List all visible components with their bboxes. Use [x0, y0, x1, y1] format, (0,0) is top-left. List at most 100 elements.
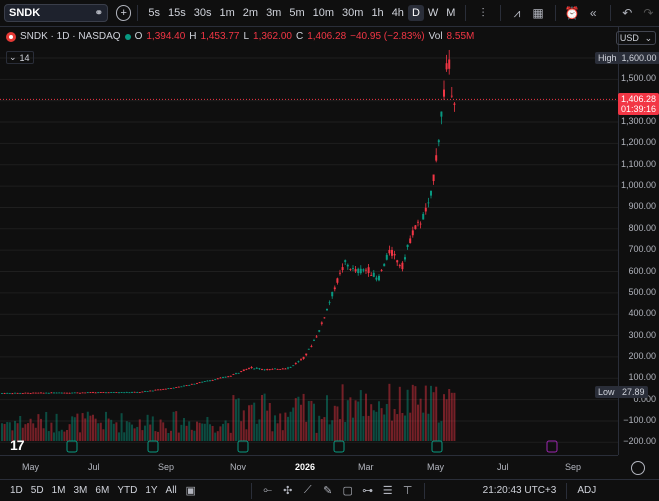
time-tick: Sep [565, 462, 582, 472]
add-symbol-icon[interactable]: + [116, 5, 132, 21]
volume-bar [435, 386, 438, 441]
currency-select[interactable]: USD ⌄ [616, 31, 656, 45]
timeframe-1m[interactable]: 1m [216, 5, 239, 21]
crosshair-icon[interactable]: ✣ [278, 484, 298, 497]
candle-body [388, 249, 391, 254]
volume-bar [105, 411, 107, 441]
candle-body [427, 202, 430, 204]
volume-bar [326, 395, 328, 441]
volume-bar [310, 400, 313, 441]
templates-icon[interactable]: ▦ [528, 6, 549, 20]
candle-body [383, 263, 386, 267]
range-1y[interactable]: 1Y [141, 485, 161, 496]
volume-bar [37, 414, 40, 441]
timeframe-2m[interactable]: 2m [239, 5, 262, 21]
volume-bar [164, 428, 167, 441]
indicators-toggle[interactable]: ⌄ 14 [6, 51, 34, 64]
candle-body [120, 392, 123, 393]
candle-body [131, 392, 133, 393]
volume-bar [149, 424, 152, 441]
volume-bar [383, 414, 386, 441]
timeframe-m[interactable]: M [442, 5, 459, 21]
volume-bar [380, 408, 383, 441]
text-tool-icon[interactable]: ⊤ [398, 484, 418, 497]
candle-body [352, 268, 354, 269]
timeframe-1h[interactable]: 1h [367, 5, 387, 21]
candle-body [172, 387, 175, 389]
range-ytd[interactable]: YTD [113, 485, 141, 496]
timeframe-3m[interactable]: 3m [262, 5, 285, 21]
brush-icon[interactable]: ✎ [318, 484, 338, 497]
timeframe-30s[interactable]: 30s [190, 5, 216, 21]
range-1m[interactable]: 1M [48, 485, 70, 496]
candle-body [24, 392, 27, 394]
candle-body [159, 389, 162, 391]
volume-bar [60, 429, 63, 441]
trendline-icon[interactable]: ⟋ [298, 484, 318, 497]
toolbar-divider [423, 482, 425, 499]
candle-body [333, 287, 336, 290]
candle-body [133, 391, 136, 393]
candle-body [406, 244, 409, 248]
timeframe-10m[interactable]: 10m [309, 5, 338, 21]
range-5d[interactable]: 5D [27, 485, 48, 496]
timeframe-15s[interactable]: 15s [164, 5, 190, 21]
timeframe-5m[interactable]: 5m [285, 5, 308, 21]
candle-body [203, 381, 206, 382]
timeframe-30m[interactable]: 30m [338, 5, 367, 21]
candle-body [289, 366, 292, 368]
candles-icon[interactable]: ⫶ [472, 6, 493, 21]
indicators-icon[interactable]: ⩘ [506, 6, 527, 21]
settings-icon[interactable] [631, 461, 645, 475]
volume-bar [248, 405, 250, 441]
symbol-search[interactable]: SNDK ⚭ [4, 4, 108, 22]
candle-body [440, 111, 443, 117]
timeframe-d[interactable]: D [407, 5, 424, 21]
timeframe-5s[interactable]: 5s [144, 5, 164, 21]
volume-bar [86, 411, 89, 441]
volume-bar [89, 415, 92, 441]
toolbar-divider [137, 5, 139, 21]
range-all[interactable]: All [162, 485, 181, 496]
volume-bar [385, 403, 388, 441]
undo-icon[interactable]: ↶ [617, 6, 638, 20]
adj-toggle[interactable]: ADJ [573, 485, 600, 496]
volume-bar [144, 425, 146, 441]
dot-line-icon[interactable]: ⟜ [258, 484, 278, 497]
volume-bar [294, 398, 297, 441]
redo-icon[interactable]: ↷ [638, 6, 659, 20]
timeframe-4h[interactable]: 4h [388, 5, 408, 21]
calendar-icon[interactable]: ▣ [181, 484, 201, 497]
fib-icon[interactable]: ☰ [378, 484, 398, 497]
candle-body [209, 380, 211, 382]
rectangle-icon[interactable]: ▢ [338, 484, 358, 497]
volume-bar [323, 417, 326, 441]
ruler-icon[interactable]: ⊶ [358, 484, 378, 497]
candle-body [328, 302, 331, 304]
legend-high: 1,453.77 [200, 31, 240, 42]
time-axis[interactable]: May Jul Sep Nov 2026 Mar May Jul Sep [0, 455, 618, 480]
candle-body [401, 262, 404, 270]
legend-low: 1,362.00 [253, 31, 292, 42]
volume-bar [232, 395, 235, 441]
range-3m[interactable]: 3M [70, 485, 92, 496]
timeframe-w[interactable]: W [424, 5, 442, 21]
replay-icon[interactable]: « [583, 6, 604, 20]
volume-bar [391, 420, 393, 441]
volume-bar [313, 403, 315, 441]
candle-body [84, 392, 87, 394]
price-chart[interactable] [0, 27, 618, 455]
candle-body [378, 275, 380, 281]
candle-body [157, 389, 159, 391]
range-1d[interactable]: 1D [6, 485, 27, 496]
volume-bar [3, 423, 6, 441]
range-6m[interactable]: 6M [91, 485, 113, 496]
dropdown-icon: ⚭ [94, 7, 103, 19]
volume-bar [281, 430, 284, 441]
volume-bar [66, 429, 68, 441]
candle-body [414, 225, 417, 230]
candle-body [248, 368, 250, 369]
alert-icon[interactable]: ⏰ [562, 6, 583, 20]
candle-body [50, 392, 53, 394]
time-tick: Jul [497, 462, 509, 472]
